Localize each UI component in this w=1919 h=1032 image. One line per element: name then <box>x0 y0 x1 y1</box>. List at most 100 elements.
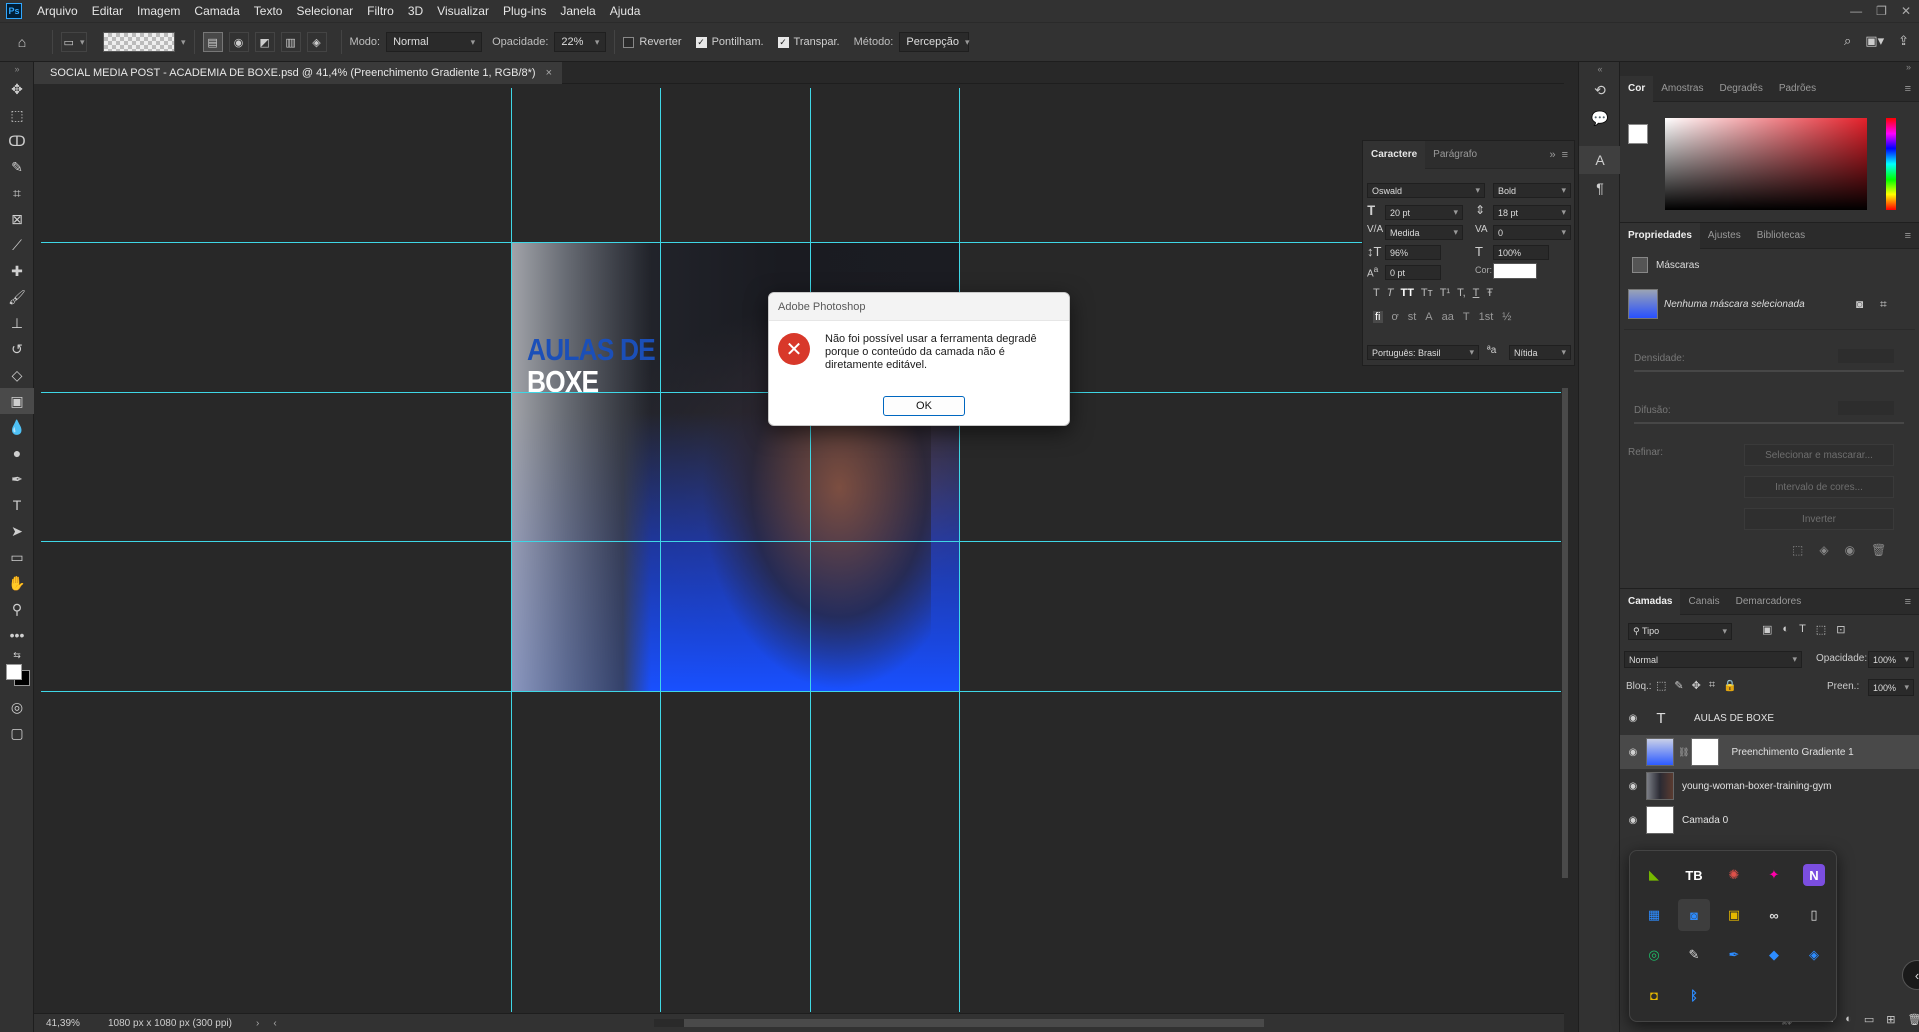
blend-mode-select[interactable]: Normal ▾ <box>1624 651 1802 668</box>
diamond-gradient-button[interactable]: ◈ <box>306 32 327 52</box>
frame-tool-icon[interactable]: ⊠ <box>0 206 34 232</box>
crop-tool-icon[interactable]: ⌗ <box>0 180 34 206</box>
foreground-color-swatch[interactable] <box>6 664 22 680</box>
reflected-gradient-button[interactable]: ▥ <box>280 32 301 52</box>
tb-icon[interactable]: TB <box>1678 859 1710 891</box>
radial-gradient-button[interactable]: ◉ <box>228 32 249 52</box>
method-select[interactable]: Percepção ▾ <box>899 32 969 52</box>
camera-icon[interactable]: ◙ <box>1678 899 1710 931</box>
scrollbar-thumb[interactable] <box>684 1019 1264 1027</box>
lock-artboard-icon[interactable]: ⌗ <box>1709 679 1715 692</box>
menu-imagem[interactable]: Imagem <box>130 4 187 18</box>
density-slider[interactable] <box>1634 370 1904 372</box>
collapse-icon[interactable]: » <box>1549 149 1555 161</box>
tab-canais[interactable]: Canais <box>1680 589 1727 615</box>
color-picker-field[interactable] <box>1665 118 1867 210</box>
group-icon[interactable]: ▭ <box>1864 1013 1874 1026</box>
filter-shape-icon[interactable]: ⬚ <box>1816 623 1826 636</box>
lock-all-icon[interactable]: 🔒 <box>1723 679 1737 692</box>
superscript-button[interactable]: T¹ <box>1440 287 1450 299</box>
transparency-checkbox[interactable]: ✓ Transpar. <box>777 36 840 48</box>
script-icon[interactable]: ✎ <box>1678 939 1710 971</box>
stylistic-alternates-button[interactable]: st <box>1408 311 1417 323</box>
clone-stamp-tool-icon[interactable]: ⊥ <box>0 310 34 336</box>
feather-slider[interactable] <box>1634 422 1904 424</box>
visibility-icon[interactable]: ◉ <box>1620 713 1646 724</box>
chevron-left-icon[interactable]: ‹ <box>273 1018 276 1029</box>
linear-gradient-button[interactable]: ▤ <box>202 32 223 52</box>
dither-checkbox[interactable]: ✓ Pontilham. <box>695 36 764 48</box>
horizontal-scale-input[interactable]: 100% <box>1493 245 1549 260</box>
filter-adjustment-icon[interactable]: ◐ <box>1782 623 1789 636</box>
lock-image-icon[interactable]: ✎ <box>1674 679 1683 692</box>
selection-from-mask-icon[interactable]: ⬚ <box>1792 543 1803 557</box>
layer-row[interactable]: ◉ Camada 0 <box>1620 803 1919 837</box>
more-tools-icon[interactable]: ••• <box>0 622 34 648</box>
gradient-tool-icon[interactable]: ▣ <box>0 388 34 414</box>
menu-camada[interactable]: Camada <box>187 4 246 18</box>
underline-button[interactable]: T <box>1473 287 1480 299</box>
menu-janela[interactable]: Janela <box>553 4 602 18</box>
screen-mode-icon[interactable]: ▢ <box>0 720 34 746</box>
restore-icon[interactable]: ❐ <box>1876 4 1887 18</box>
home-icon[interactable]: ⌂ <box>0 29 44 55</box>
color-wheel-icon[interactable]: ✺ <box>1718 859 1750 891</box>
ordinals-button[interactable]: 1st <box>1479 311 1494 323</box>
visibility-icon[interactable]: ◉ <box>1620 747 1646 758</box>
add-pixel-mask-icon[interactable]: ◙ <box>1856 297 1863 311</box>
add-vector-mask-icon[interactable]: ⌗ <box>1880 297 1887 312</box>
gradient-preview[interactable] <box>103 32 175 52</box>
font-style-select[interactable]: Bold ▾ <box>1493 183 1571 198</box>
invert-button[interactable]: Inverter <box>1744 508 1894 530</box>
new-layer-icon[interactable]: ⊞ <box>1886 1013 1895 1026</box>
foreground-color-swatch[interactable] <box>1628 124 1648 144</box>
chevron-right-icon[interactable]: › <box>256 1018 259 1029</box>
type-tool-icon[interactable]: T <box>0 492 34 518</box>
layer-mask-thumbnail[interactable] <box>1691 738 1720 766</box>
panel-menu-icon[interactable]: ≡ <box>1562 149 1568 161</box>
panel-menu-icon[interactable]: ≡ <box>1905 596 1911 608</box>
tracking-input[interactable]: 0 ▾ <box>1493 225 1571 240</box>
color-range-button[interactable]: Intervalo de cores... <box>1744 476 1894 498</box>
layer-row-selected[interactable]: ◉ ⛓ Preenchimento Gradiente 1 <box>1620 735 1919 769</box>
history-icon[interactable]: ⟲ <box>1579 76 1621 104</box>
mode-select[interactable]: Normal ▾ <box>386 32 483 52</box>
swap-colors-icon[interactable]: ⇆ <box>0 648 34 662</box>
antialias-select[interactable]: Nítida ▾ <box>1509 345 1571 360</box>
move-tool-icon[interactable]: ✥ <box>0 76 34 102</box>
color-swatches[interactable] <box>0 662 33 694</box>
close-icon[interactable]: ✕ <box>1901 4 1911 18</box>
minimize-icon[interactable]: — <box>1850 4 1862 18</box>
blur-tool-icon[interactable]: 💧 <box>0 414 34 440</box>
workspace-icon[interactable]: ▣▾ <box>1865 33 1884 49</box>
collapse-icon[interactable]: » <box>1620 62 1919 76</box>
guide-line[interactable] <box>41 691 1561 692</box>
chevron-down-icon[interactable]: ▾ <box>181 37 186 48</box>
text-color-swatch[interactable] <box>1493 263 1537 279</box>
menu-editar[interactable]: Editar <box>85 4 130 18</box>
usb-icon[interactable]: ▯ <box>1798 899 1830 931</box>
document-tab[interactable]: SOCIAL MEDIA POST - ACADEMIA DE BOXE.psd… <box>34 62 563 84</box>
opacity-input[interactable]: 22% ▾ <box>554 32 607 52</box>
feather-icon[interactable]: ✒ <box>1718 939 1750 971</box>
menu-filtro[interactable]: Filtro <box>360 4 401 18</box>
quick-selection-tool-icon[interactable]: ✎ <box>0 154 34 180</box>
vertical-scale-input[interactable]: 96% <box>1385 245 1441 260</box>
widgets-icon[interactable]: ▦ <box>1638 899 1670 931</box>
ligatures-button[interactable]: fi <box>1373 311 1383 323</box>
hue-slider[interactable] <box>1886 118 1896 210</box>
feather-input[interactable] <box>1838 401 1894 415</box>
filter-pixel-icon[interactable]: ▣ <box>1762 623 1772 636</box>
faux-bold-button[interactable]: T <box>1373 287 1380 299</box>
guide-line[interactable] <box>41 541 1561 542</box>
onenote-icon[interactable]: N <box>1803 864 1825 886</box>
camera-app-icon[interactable]: ◘ <box>1638 979 1670 1011</box>
brush-tool-icon[interactable]: 🖌 <box>0 284 34 310</box>
font-family-select[interactable]: Oswald ▾ <box>1367 183 1485 198</box>
menu-3d[interactable]: 3D <box>401 4 430 18</box>
tab-degrades[interactable]: Degradês <box>1711 76 1770 102</box>
angle-gradient-button[interactable]: ◩ <box>254 32 275 52</box>
trash-icon[interactable]: 🗑 <box>1907 1013 1919 1026</box>
history-brush-tool-icon[interactable]: ↺ <box>0 336 34 362</box>
select-and-mask-button[interactable]: Selecionar e mascarar... <box>1744 444 1894 466</box>
